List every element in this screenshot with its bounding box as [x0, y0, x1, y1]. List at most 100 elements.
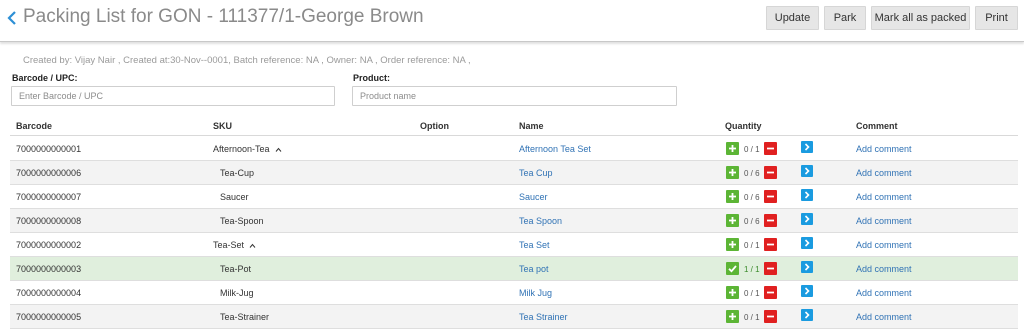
sku-cell: Tea-Strainer — [220, 312, 269, 322]
chevron-right-icon[interactable] — [801, 189, 813, 201]
plus-icon[interactable] — [726, 214, 739, 227]
caret-up-icon[interactable] — [275, 147, 282, 152]
table-row: 7000000000003 Tea-Pot Tea pot 1 / 1 Add comm… — [10, 257, 1018, 281]
table-row: 7000000000008 Tea-Spoon Tea Spoon 0 / 6 Add … — [10, 209, 1018, 233]
minus-icon[interactable] — [764, 214, 777, 227]
product-label: Product: — [353, 73, 390, 83]
quantity-value: 0 / 1 — [744, 313, 760, 322]
add-comment-link[interactable]: Add comment — [856, 192, 912, 202]
add-comment-link[interactable]: Add comment — [856, 144, 912, 154]
mark-all-packed-button[interactable]: Mark all as packed — [871, 6, 970, 30]
quantity-value: 0 / 1 — [744, 241, 760, 250]
table-row: 7000000000004 Milk-Jug Milk Jug 0 / 1 Add co… — [10, 281, 1018, 305]
chevron-right-icon[interactable] — [801, 285, 813, 297]
quantity-value: 0 / 1 — [744, 145, 760, 154]
sku-text: Tea-Spoon — [220, 216, 264, 226]
plus-icon[interactable] — [726, 190, 739, 203]
barcode-input[interactable] — [11, 86, 335, 106]
barcode-cell: 7000000000001 — [16, 144, 82, 154]
plus-icon[interactable] — [726, 166, 739, 179]
product-name-link[interactable]: Afternoon Tea Set — [519, 144, 591, 154]
barcode-cell: 7000000000006 — [16, 168, 82, 178]
chevron-right-icon[interactable] — [801, 141, 813, 153]
sku-text: Tea-Set — [213, 240, 245, 250]
barcode-cell: 7000000000007 — [16, 192, 82, 202]
plus-icon[interactable] — [726, 310, 739, 323]
page-title: Packing List for GON - 111377/1-George B… — [23, 6, 424, 27]
chevron-right-icon[interactable] — [801, 237, 813, 249]
caret-up-icon[interactable] — [249, 243, 256, 248]
barcode-cell: 7000000000002 — [16, 240, 82, 250]
table-row: 7000000000006 Tea-Cup Tea Cup 0 / 6 Add comm… — [10, 161, 1018, 185]
add-comment-link[interactable]: Add comment — [856, 240, 912, 250]
check-icon[interactable] — [726, 262, 739, 275]
barcode-cell: 7000000000004 — [16, 288, 82, 298]
sku-text: Milk-Jug — [220, 288, 254, 298]
product-name-link[interactable]: Tea Spoon — [519, 216, 562, 226]
chevron-right-icon[interactable] — [801, 165, 813, 177]
product-name-link[interactable]: Saucer — [519, 192, 548, 202]
column-option[interactable]: Option — [420, 121, 449, 131]
quantity-value: 0 / 6 — [744, 169, 760, 178]
minus-icon[interactable] — [764, 166, 777, 179]
sku-cell: Tea-Pot — [220, 264, 251, 274]
plus-icon[interactable] — [726, 286, 739, 299]
product-name-link[interactable]: Tea Set — [519, 240, 550, 250]
plus-icon[interactable] — [726, 238, 739, 251]
product-input[interactable] — [352, 86, 677, 106]
column-quantity[interactable]: Quantity — [725, 121, 762, 131]
chevron-left-icon[interactable] — [5, 8, 19, 28]
add-comment-link[interactable]: Add comment — [856, 168, 912, 178]
park-button[interactable]: Park — [824, 6, 866, 30]
plus-icon[interactable] — [726, 142, 739, 155]
table-header: Barcode SKU Option Name Quantity Comment — [10, 118, 1018, 136]
packing-list-meta: Created by: Vijay Nair , Created at:30-N… — [23, 55, 471, 66]
chevron-right-icon[interactable] — [801, 261, 813, 273]
minus-icon[interactable] — [764, 286, 777, 299]
minus-icon[interactable] — [764, 262, 777, 275]
barcode-label: Barcode / UPC: — [12, 73, 78, 83]
quantity-value: 0 / 6 — [744, 217, 760, 226]
table-row: 7000000000001 Afternoon-Tea Afternoon Tea … — [10, 137, 1018, 161]
barcode-cell: 7000000000005 — [16, 312, 82, 322]
minus-icon[interactable] — [764, 142, 777, 155]
print-button[interactable]: Print — [975, 6, 1018, 30]
sku-text: Tea-Strainer — [220, 312, 270, 322]
sku-cell: Milk-Jug — [220, 288, 254, 298]
chevron-right-icon[interactable] — [801, 309, 813, 321]
add-comment-link[interactable]: Add comment — [856, 264, 912, 274]
table-row: 7000000000005 Tea-Strainer Tea Strainer 0 /… — [10, 305, 1018, 329]
product-name-link[interactable]: Tea Cup — [519, 168, 553, 178]
product-name-link[interactable]: Tea Strainer — [519, 312, 568, 322]
sku-text: Afternoon-Tea — [213, 144, 270, 154]
header-bar: Packing List for GON - 111377/1-George B… — [0, 0, 1024, 42]
chevron-right-icon[interactable] — [801, 213, 813, 225]
quantity-value: 0 / 6 — [744, 193, 760, 202]
sku-text: Saucer — [220, 192, 249, 202]
barcode-cell: 7000000000008 — [16, 216, 82, 226]
sku-cell: Afternoon-Tea — [213, 144, 282, 154]
minus-icon[interactable] — [764, 190, 777, 203]
table-row: 7000000000002 Tea-Set Tea Set 0 / 1 Add comm… — [10, 233, 1018, 257]
update-button[interactable]: Update — [766, 6, 819, 30]
column-sku[interactable]: SKU — [213, 121, 232, 131]
sku-cell: Tea-Spoon — [220, 216, 264, 226]
add-comment-link[interactable]: Add comment — [856, 288, 912, 298]
barcode-cell: 7000000000003 — [16, 264, 82, 274]
product-name-link[interactable]: Milk Jug — [519, 288, 552, 298]
sku-cell: Tea-Set — [213, 240, 256, 250]
add-comment-link[interactable]: Add comment — [856, 216, 912, 226]
add-comment-link[interactable]: Add comment — [856, 312, 912, 322]
product-name-link[interactable]: Tea pot — [519, 264, 549, 274]
table-row: 7000000000007 Saucer Saucer 0 / 6 Add commen… — [10, 185, 1018, 209]
sku-text: Tea-Cup — [220, 168, 255, 178]
quantity-value: 0 / 1 — [744, 289, 760, 298]
column-barcode[interactable]: Barcode — [16, 121, 52, 131]
column-comment[interactable]: Comment — [856, 121, 898, 131]
column-name[interactable]: Name — [519, 121, 544, 131]
sku-cell: Tea-Cup — [220, 168, 254, 178]
minus-icon[interactable] — [764, 238, 777, 251]
sku-cell: Saucer — [220, 192, 249, 202]
quantity-value: 1 / 1 — [744, 265, 760, 274]
minus-icon[interactable] — [764, 310, 777, 323]
